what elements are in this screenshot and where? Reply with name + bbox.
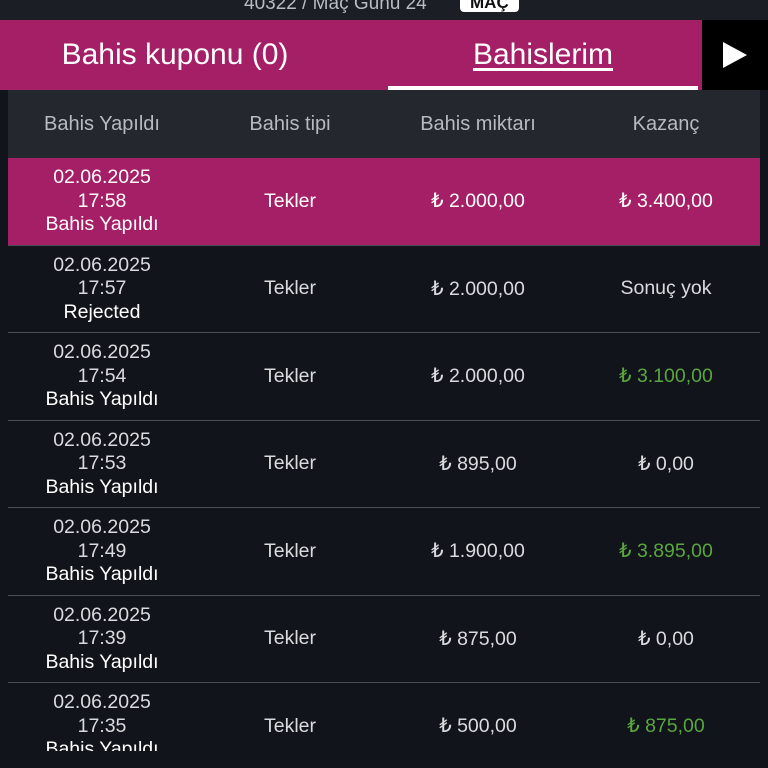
bet-date: 02.06.2025: [53, 428, 151, 451]
tab-my-bets[interactable]: Bahislerim: [388, 20, 698, 90]
column-header-gain[interactable]: Kazanç: [572, 90, 760, 158]
cell-placed: 02.06.2025 17:54 Bahis Yapıldı: [8, 333, 196, 420]
cell-gain: Sonuç yok: [620, 277, 712, 300]
table-row[interactable]: 02.06.2025 17:54 Bahis Yapıldı Tekler ₺ 2.00…: [8, 333, 760, 421]
bet-status: Bahis Yapıldı: [45, 650, 159, 673]
bet-time: 17:49: [77, 539, 127, 562]
cell-gain: ₺ 3.100,00: [619, 365, 713, 388]
bet-status: Bahis Yapıldı: [45, 213, 159, 235]
cell-amount: ₺ 2.000,00: [431, 190, 525, 213]
bet-status: Rejected: [63, 300, 141, 323]
bet-status: Bahis Yapıldı: [45, 563, 159, 585]
play-icon: [723, 42, 747, 68]
table-row[interactable]: 02.06.2025 17:57 Rejected Tekler ₺ 2.000,00 S…: [8, 245, 760, 333]
cell-placed: 02.06.2025 17:53 Bahis Yapıldı: [8, 421, 196, 508]
cell-placed: 02.06.2025 17:39 Bahis Yapıldı: [8, 596, 196, 683]
column-header-bet-type[interactable]: Bahis tipi: [196, 90, 384, 158]
cell-gain: ₺ 0,00: [638, 452, 694, 475]
cell-placed: 02.06.2025 17:49 Bahis Yapıldı: [8, 508, 196, 595]
bet-status: Bahis Yapıldı: [45, 738, 159, 751]
bet-time: 17:53: [77, 452, 127, 474]
bet-date: 02.06.2025: [53, 691, 151, 713]
cell-amount: ₺ 2.000,00: [431, 365, 525, 388]
cell-bet-type: Tekler: [263, 189, 317, 212]
cell-placed: 02.06.2025 17:57 Rejected: [8, 246, 196, 333]
bet-date: 02.06.2025: [53, 341, 151, 363]
bet-date: 02.06.2025: [53, 253, 151, 276]
bet-date: 02.06.2025: [53, 603, 151, 626]
cell-bet-type: Tekler: [263, 452, 317, 475]
match-info-text: 40322 / Maç Günü 24: [244, 0, 427, 14]
table-row[interactable]: 02.06.2025 17:58 Bahis Yapıldı Tekler ₺ 2.00…: [8, 158, 760, 246]
bottom-strip: [0, 751, 768, 768]
bet-date: 02.06.2025: [53, 166, 151, 188]
match-badge[interactable]: MAÇ: [460, 0, 519, 12]
cell-amount: ₺ 1.900,00: [431, 540, 525, 563]
table-row[interactable]: 02.06.2025 17:35 Bahis Yapıldı Tekler ₺ 500,…: [8, 683, 760, 751]
cell-amount: ₺ 875,00: [439, 627, 517, 650]
tab-bet-slip-label: Bahis kuponu (0): [61, 38, 289, 71]
table-body: 02.06.2025 17:58 Bahis Yapıldı Tekler ₺ 2.00…: [8, 158, 760, 751]
table-header: Bahis Yapıldı Bahis tipi Bahis miktarı K…: [8, 90, 760, 158]
cell-bet-type: Tekler: [263, 364, 317, 387]
cell-amount: ₺ 895,00: [439, 452, 517, 475]
cell-amount: ₺ 2.000,00: [431, 277, 525, 300]
cell-bet-type: Tekler: [263, 539, 317, 562]
match-info-strip: 40322 / Maç Günü 24 MAÇ: [0, 0, 768, 20]
bets-table: Bahis Yapıldı Bahis tipi Bahis miktarı K…: [8, 90, 760, 751]
cell-bet-type: Tekler: [263, 714, 317, 737]
bet-status: Bahis Yapıldı: [45, 388, 159, 410]
bet-time: 17:58: [77, 189, 127, 212]
tab-bet-slip[interactable]: Bahis kuponu (0): [0, 20, 350, 90]
play-button[interactable]: [702, 20, 768, 90]
table-row[interactable]: 02.06.2025 17:53 Bahis Yapıldı Tekler ₺ 895,…: [8, 420, 760, 508]
bet-status: Bahis Yapıldı: [45, 475, 159, 498]
cell-placed: 02.06.2025 17:58 Bahis Yapıldı: [8, 158, 196, 245]
bet-time: 17:57: [77, 277, 127, 299]
cell-gain: ₺ 0,00: [638, 627, 694, 650]
table-row[interactable]: 02.06.2025 17:49 Bahis Yapıldı Tekler ₺ 1.90…: [8, 508, 760, 596]
cell-bet-type: Tekler: [263, 627, 317, 650]
cell-placed: 02.06.2025 17:35 Bahis Yapıldı: [8, 683, 196, 751]
bet-time: 17:35: [77, 714, 127, 737]
table-row[interactable]: 02.06.2025 17:39 Bahis Yapıldı Tekler ₺ 875,…: [8, 595, 760, 683]
cell-gain: ₺ 3.400,00: [619, 190, 713, 213]
bet-time: 17:54: [77, 364, 127, 387]
cell-bet-type: Tekler: [263, 277, 317, 300]
cell-amount: ₺ 500,00: [439, 715, 517, 738]
cell-gain: ₺ 875,00: [627, 715, 705, 738]
bet-time: 17:39: [77, 627, 127, 649]
tab-bar: Bahis kuponu (0) Bahislerim: [0, 20, 768, 90]
column-header-placed[interactable]: Bahis Yapıldı: [8, 90, 196, 158]
bet-date: 02.06.2025: [53, 516, 151, 538]
cell-gain: ₺ 3.895,00: [619, 540, 713, 563]
tab-my-bets-label: Bahislerim: [472, 38, 614, 71]
column-header-amount[interactable]: Bahis miktarı: [384, 90, 572, 158]
